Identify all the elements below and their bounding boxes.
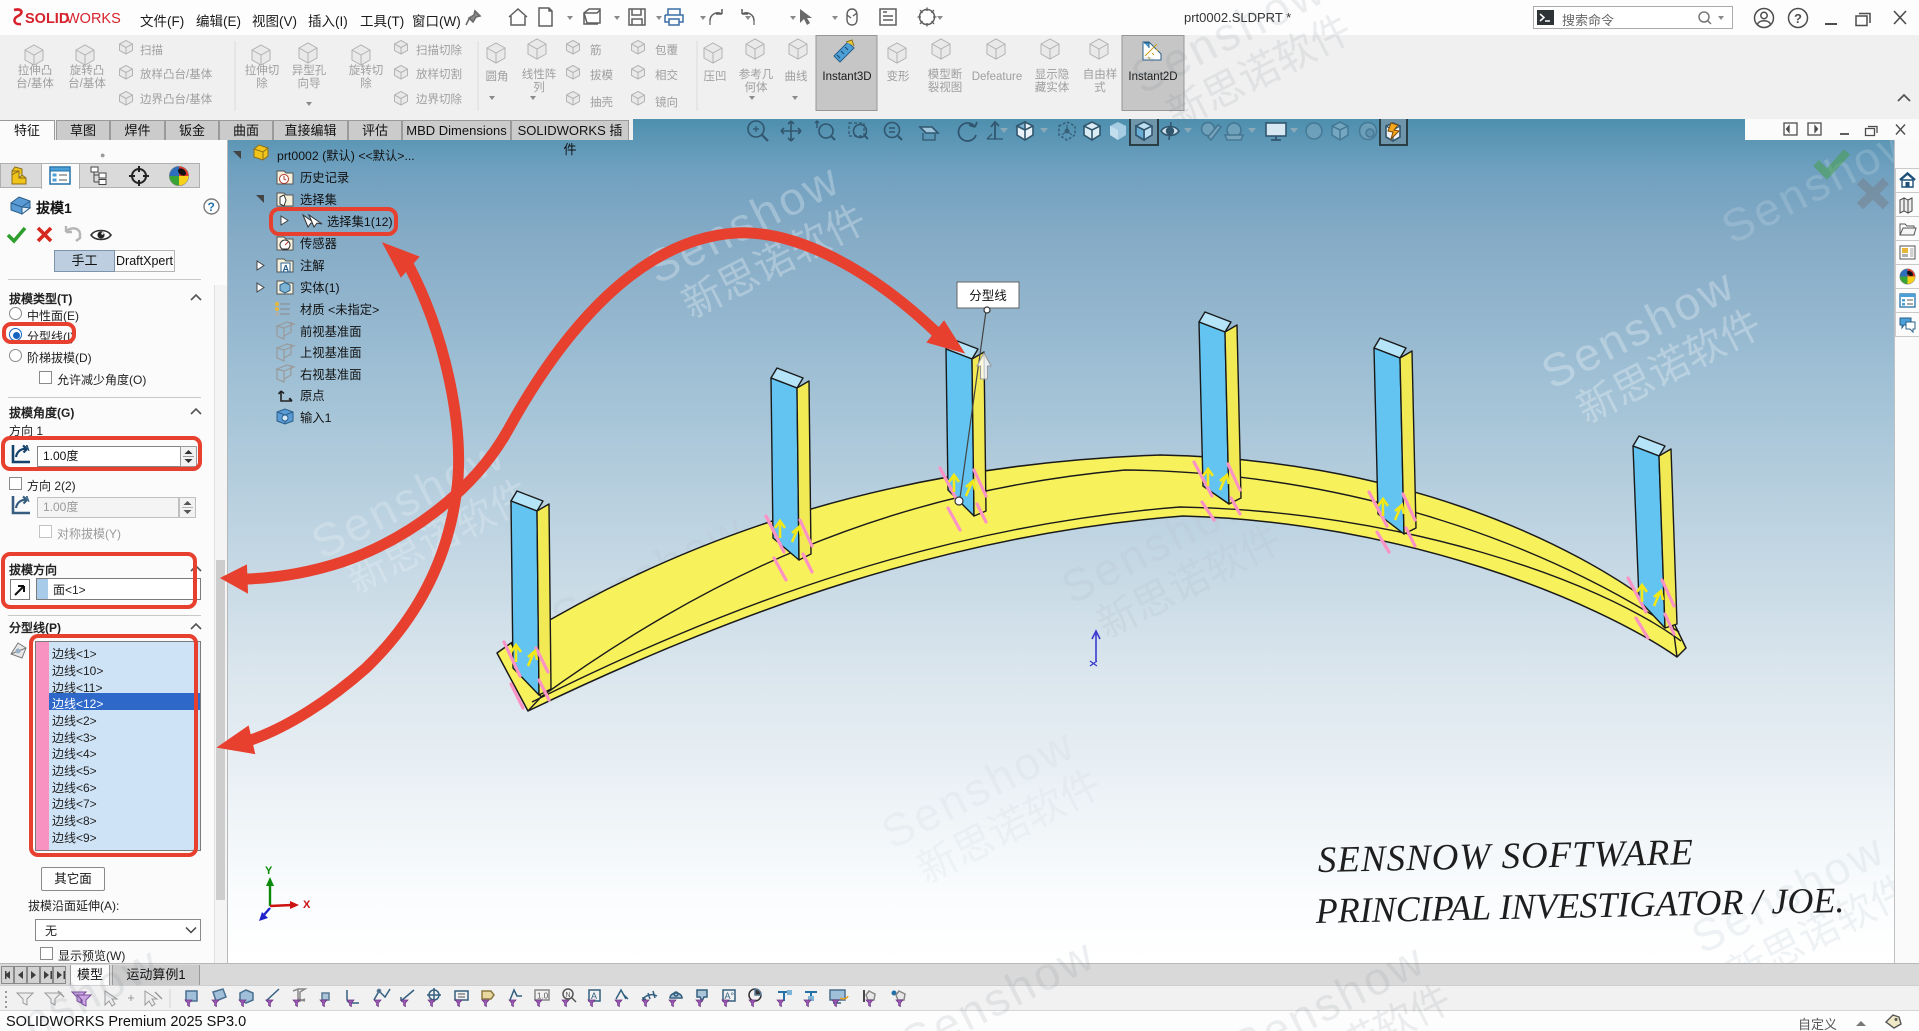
svg-text:Senshow: Senshow xyxy=(893,927,1104,1031)
svg-text:nshow: nshow xyxy=(13,935,168,1031)
